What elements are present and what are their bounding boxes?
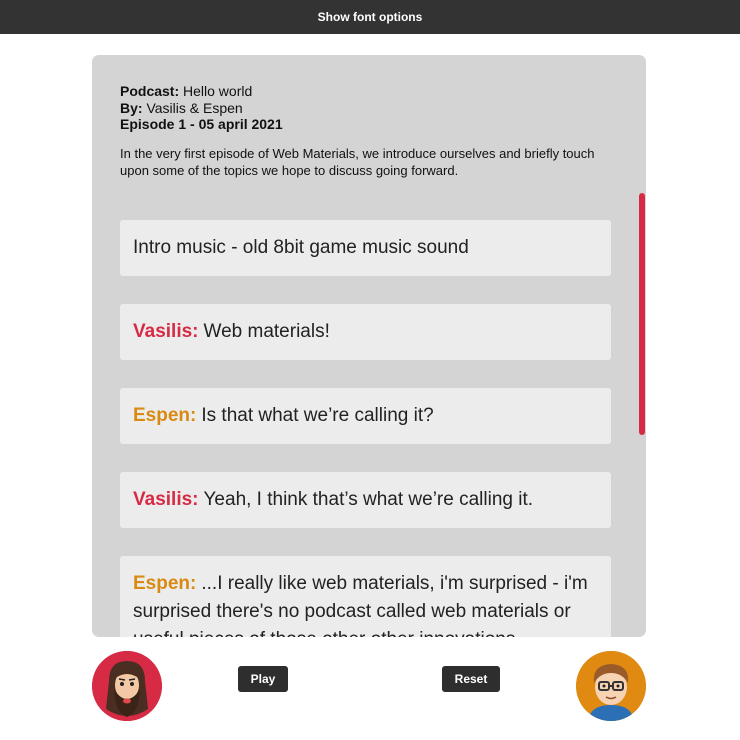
play-button[interactable]: Play (238, 666, 288, 692)
speaker-name: Vasilis: (133, 489, 199, 510)
episode-description: In the very first episode of Web Materia… (120, 146, 595, 178)
reset-button[interactable]: Reset (442, 666, 500, 692)
show-font-options-button[interactable]: Show font options (310, 6, 431, 28)
transcript-message: Espen: Is that what we’re calling it? (120, 388, 611, 444)
by-names: Vasilis & Espen (146, 99, 243, 116)
message-text: Web materials! (203, 321, 330, 342)
message-text: Intro music - old 8bit game music sound (133, 237, 469, 258)
transcript-scrollbar[interactable] (639, 193, 645, 435)
podcast-panel[interactable]: Podcast: Hello world By: Vasilis & Espen… (92, 55, 646, 637)
transcript-message: Intro music - old 8bit game music sound (120, 220, 611, 276)
message-text: Is that what we’re calling it? (201, 405, 434, 426)
podcast-label: Podcast: (120, 83, 180, 99)
episode-meta: Podcast: Hello world By: Vasilis & Espen… (120, 83, 620, 133)
transcript-message: Vasilis: Web materials! (120, 304, 611, 360)
message-text: Yeah, I think that’s what we’re calling … (203, 489, 534, 510)
glasses-man-icon (576, 651, 646, 721)
episode-line: Episode 1 - 05 april 2021 (120, 116, 620, 133)
transcript-message: Vasilis: Yeah, I think that’s what we’re … (120, 472, 611, 528)
speaker-name: Espen: (133, 573, 197, 594)
podcast-name: Hello world (183, 83, 253, 99)
podcast-line: Podcast: Hello world (120, 83, 620, 100)
vasilis-avatar (92, 651, 162, 721)
transcript-message: Espen: ...I really like web materials, i'… (120, 556, 611, 637)
by-line: By: Vasilis & Espen (120, 100, 620, 117)
message-text: ...I really like web materials, i'm surp… (133, 573, 588, 637)
top-bar: Show font options (0, 0, 740, 34)
bearded-man-icon (92, 651, 162, 721)
transcript-list: Intro music - old 8bit game music sound … (120, 220, 611, 637)
episode-title: Episode 1 - 05 april 2021 (120, 116, 283, 132)
espen-avatar (576, 651, 646, 721)
by-label: By: (120, 99, 143, 116)
speaker-name: Vasilis: (133, 321, 199, 342)
speaker-name: Espen: (133, 405, 197, 426)
